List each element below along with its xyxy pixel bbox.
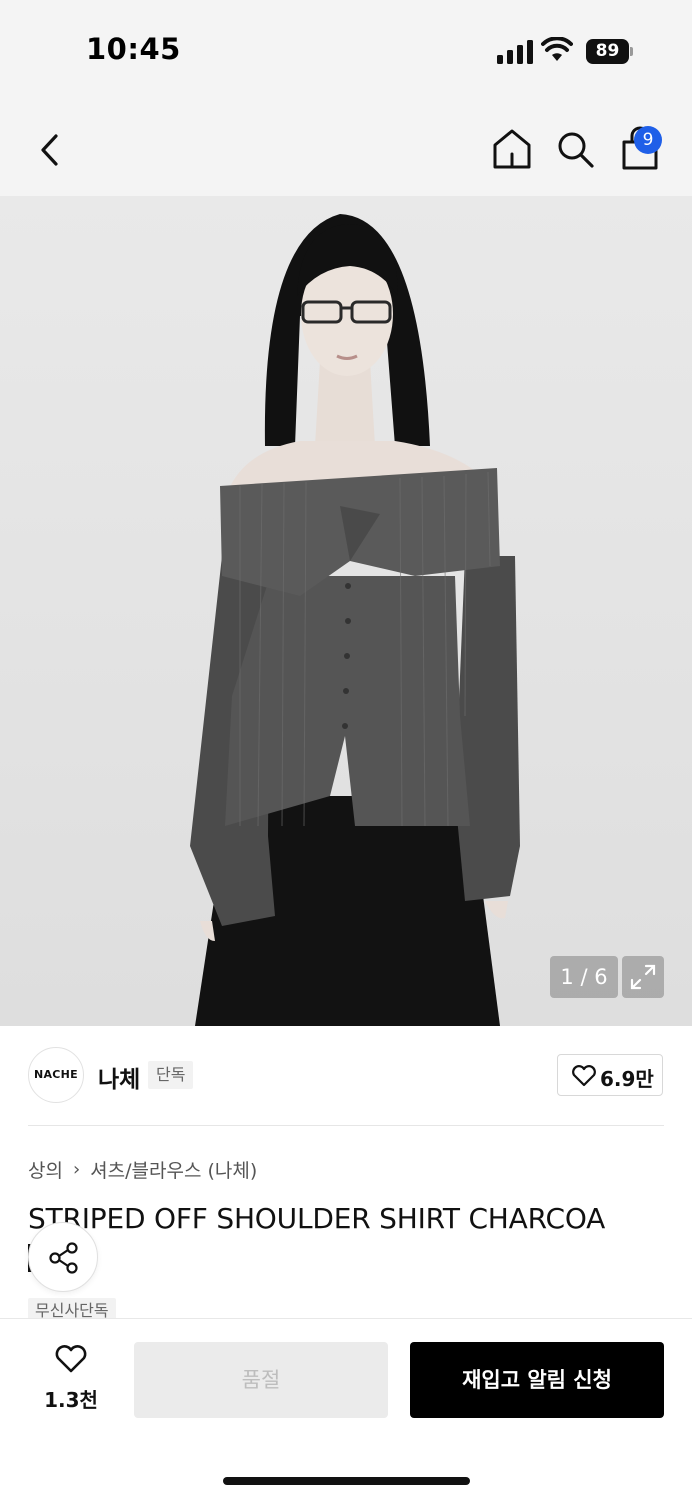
breadcrumb: 상의 › 셔츠/블라우스 (나체) [28,1156,257,1183]
brand-like-count: 6.9만 [600,1067,654,1091]
brand-like-button[interactable]: 6.9만 [557,1054,663,1096]
expand-icon[interactable] [622,956,664,998]
nav-bar [0,100,692,196]
share-button[interactable] [28,1222,98,1292]
product-title: STRIPED OFF SHOULDER SHIRT CHARCOA [28,1202,606,1235]
brand-name[interactable]: 나체 [98,1060,140,1094]
back-arrow-icon[interactable] [30,128,70,172]
like-button[interactable]: 1.3천 [40,1344,102,1414]
product-photo [190,214,520,1026]
cart-count-badge[interactable]: 9 [634,126,662,154]
share-icon [49,1242,78,1274]
breadcrumb-category[interactable]: 상의 [28,1156,63,1183]
like-count: 1.3천 [44,1388,98,1412]
chevron-right-icon: › [72,1159,81,1180]
image-counter: 1 / 6 [550,956,618,998]
exclusive-badge: 단독 [148,1061,194,1089]
breadcrumb-subcategory[interactable]: 셔츠/블라우스 (나체) [90,1156,257,1183]
battery-level: 89 [595,41,620,61]
status-time: 10:45 [86,32,181,66]
restock-alert-button[interactable]: 재입고 알림 신청 [410,1342,664,1418]
search-icon[interactable] [554,128,596,170]
wifi-icon [541,37,573,61]
divider [28,1125,664,1126]
status-bar: 10:45 89 [0,0,692,100]
battery-icon: 89 [586,39,634,64]
brand-logo[interactable]: NACHE [28,1047,84,1103]
product-image[interactable] [0,196,692,1026]
home-icon[interactable] [490,126,534,172]
soldout-button: 품절 [134,1342,388,1418]
home-indicator[interactable] [223,1477,470,1485]
signal-icon [497,40,533,64]
heart-icon [55,1345,87,1373]
heart-icon [572,1065,596,1087]
